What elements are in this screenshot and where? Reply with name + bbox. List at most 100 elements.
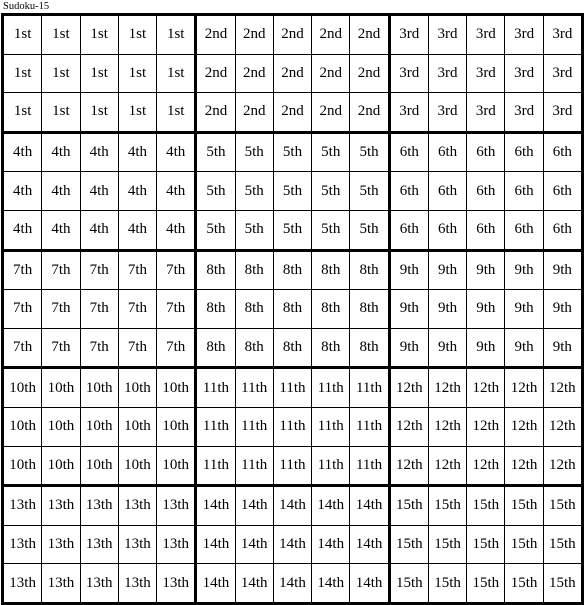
sudoku-cell[interactable]: 5th (194, 130, 236, 173)
sudoku-cell[interactable]: 11th (194, 406, 236, 447)
sudoku-cell[interactable]: 2nd (194, 13, 236, 55)
sudoku-cell[interactable]: 9th (466, 327, 506, 369)
sudoku-cell[interactable]: 15th (427, 524, 468, 565)
sudoku-cell[interactable]: 12th (387, 366, 429, 408)
sudoku-cell[interactable]: 13th (79, 524, 119, 565)
sudoku-cell[interactable]: 10th (79, 406, 119, 447)
sudoku-cell[interactable]: 14th (349, 524, 390, 565)
sudoku-cell[interactable]: 10th (156, 366, 197, 408)
sudoku-cell[interactable]: 14th (194, 484, 236, 526)
sudoku-cell[interactable]: 15th (504, 563, 544, 605)
sudoku-cell[interactable]: 13th (117, 563, 158, 605)
sudoku-cell[interactable]: 14th (194, 563, 236, 605)
sudoku-cell[interactable]: 9th (427, 327, 468, 369)
sudoku-cell[interactable]: 13th (41, 563, 81, 605)
sudoku-cell[interactable]: 6th (387, 171, 429, 211)
sudoku-cell[interactable]: 5th (311, 171, 351, 211)
sudoku-cell[interactable]: 11th (194, 366, 236, 408)
sudoku-cell[interactable]: 3rd (542, 92, 584, 133)
sudoku-cell[interactable]: 6th (466, 130, 506, 173)
sudoku-cell[interactable]: 4th (79, 130, 119, 173)
sudoku-cell[interactable]: 8th (234, 248, 274, 291)
sudoku-cell[interactable]: 11th (311, 445, 351, 487)
sudoku-cell[interactable]: 6th (542, 209, 584, 251)
sudoku-cell[interactable]: 15th (387, 484, 429, 526)
sudoku-cell[interactable]: 7th (41, 289, 81, 329)
sudoku-cell[interactable]: 14th (234, 563, 274, 605)
sudoku-cell[interactable]: 10th (0, 406, 43, 447)
sudoku-cell[interactable]: 11th (272, 406, 313, 447)
sudoku-cell[interactable]: 12th (504, 406, 544, 447)
sudoku-cell[interactable]: 5th (272, 130, 313, 173)
sudoku-cell[interactable]: 12th (427, 366, 468, 408)
sudoku-cell[interactable]: 1st (156, 53, 197, 94)
sudoku-cell[interactable]: 6th (542, 130, 584, 173)
sudoku-cell[interactable]: 10th (117, 366, 158, 408)
sudoku-cell[interactable]: 4th (0, 209, 43, 251)
sudoku-cell[interactable]: 1st (0, 53, 43, 94)
sudoku-cell[interactable]: 12th (542, 406, 584, 447)
sudoku-cell[interactable]: 5th (194, 171, 236, 211)
sudoku-cell[interactable]: 14th (272, 484, 313, 526)
sudoku-cell[interactable]: 7th (117, 327, 158, 369)
sudoku-cell[interactable]: 3rd (427, 13, 468, 55)
sudoku-cell[interactable]: 6th (387, 130, 429, 173)
sudoku-cell[interactable]: 4th (156, 171, 197, 211)
sudoku-cell[interactable]: 4th (156, 130, 197, 173)
sudoku-cell[interactable]: 11th (349, 406, 390, 447)
sudoku-cell[interactable]: 11th (234, 406, 274, 447)
sudoku-cell[interactable]: 3rd (504, 92, 544, 133)
sudoku-cell[interactable]: 13th (156, 484, 197, 526)
sudoku-cell[interactable]: 1st (79, 53, 119, 94)
sudoku-cell[interactable]: 6th (427, 130, 468, 173)
sudoku-cell[interactable]: 4th (117, 209, 158, 251)
sudoku-cell[interactable]: 6th (542, 171, 584, 211)
sudoku-cell[interactable]: 8th (234, 327, 274, 369)
sudoku-cell[interactable]: 10th (117, 445, 158, 487)
sudoku-cell[interactable]: 10th (0, 366, 43, 408)
sudoku-cell[interactable]: 3rd (504, 53, 544, 94)
sudoku-cell[interactable]: 1st (117, 92, 158, 133)
sudoku-cell[interactable]: 3rd (466, 92, 506, 133)
sudoku-cell[interactable]: 9th (504, 248, 544, 291)
sudoku-cell[interactable]: 15th (504, 484, 544, 526)
sudoku-cell[interactable]: 5th (234, 130, 274, 173)
sudoku-cell[interactable]: 6th (387, 209, 429, 251)
sudoku-cell[interactable]: 8th (349, 248, 390, 291)
sudoku-cell[interactable]: 3rd (427, 92, 468, 133)
sudoku-cell[interactable]: 5th (272, 209, 313, 251)
sudoku-cell[interactable]: 6th (504, 171, 544, 211)
sudoku-cell[interactable]: 11th (311, 406, 351, 447)
sudoku-cell[interactable]: 9th (466, 248, 506, 291)
sudoku-cell[interactable]: 2nd (311, 92, 351, 133)
sudoku-cell[interactable]: 9th (387, 248, 429, 291)
sudoku-cell[interactable]: 10th (41, 406, 81, 447)
sudoku-cell[interactable]: 9th (427, 248, 468, 291)
sudoku-cell[interactable]: 12th (466, 366, 506, 408)
sudoku-cell[interactable]: 9th (427, 289, 468, 329)
sudoku-cell[interactable]: 5th (349, 171, 390, 211)
sudoku-cell[interactable]: 1st (156, 13, 197, 55)
sudoku-cell[interactable]: 5th (349, 130, 390, 173)
sudoku-cell[interactable]: 15th (542, 484, 584, 526)
sudoku-cell[interactable]: 9th (466, 289, 506, 329)
sudoku-cell[interactable]: 12th (504, 445, 544, 487)
sudoku-cell[interactable]: 2nd (349, 92, 390, 133)
sudoku-cell[interactable]: 3rd (427, 53, 468, 94)
sudoku-cell[interactable]: 5th (349, 209, 390, 251)
sudoku-cell[interactable]: 2nd (349, 13, 390, 55)
sudoku-cell[interactable]: 9th (504, 289, 544, 329)
sudoku-cell[interactable]: 8th (311, 327, 351, 369)
sudoku-cell[interactable]: 13th (41, 484, 81, 526)
sudoku-cell[interactable]: 5th (311, 130, 351, 173)
sudoku-cell[interactable]: 15th (504, 524, 544, 565)
sudoku-cell[interactable]: 5th (234, 171, 274, 211)
sudoku-cell[interactable]: 9th (387, 289, 429, 329)
sudoku-cell[interactable]: 6th (427, 209, 468, 251)
sudoku-cell[interactable]: 12th (504, 366, 544, 408)
sudoku-cell[interactable]: 15th (542, 563, 584, 605)
sudoku-cell[interactable]: 13th (0, 563, 43, 605)
sudoku-cell[interactable]: 11th (194, 445, 236, 487)
sudoku-cell[interactable]: 14th (349, 484, 390, 526)
sudoku-cell[interactable]: 15th (427, 563, 468, 605)
